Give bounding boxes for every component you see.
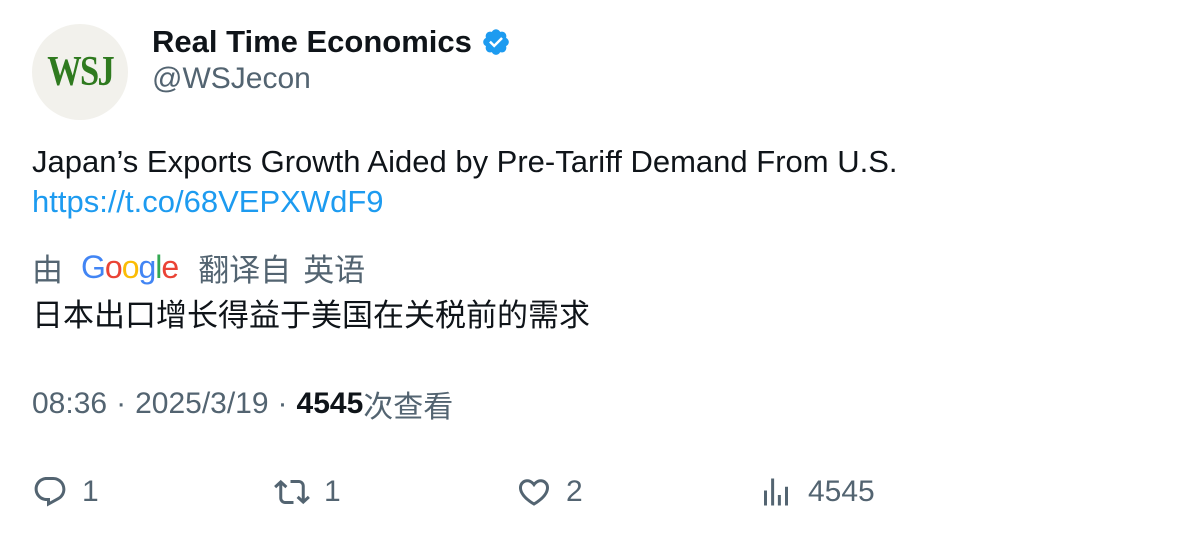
tweet-metadata: 08:36 · 2025/3/19 · 4545 次查看 [32, 384, 453, 424]
heart-icon [516, 474, 552, 510]
reply-button[interactable]: 1 [32, 472, 99, 512]
tweet-text: Japan’s Exports Growth Aided by Pre-Tari… [32, 144, 898, 179]
google-logo-letter: o [104, 248, 123, 285]
analytics-icon [758, 474, 794, 510]
views-label: 次查看 [363, 391, 454, 424]
reply-count: 1 [82, 475, 99, 508]
google-logo[interactable]: Google [81, 248, 179, 286]
reply-icon [32, 474, 68, 510]
author-name-row: Real Time Economics [152, 22, 511, 62]
tweet-date[interactable]: 2025/3/19 [135, 387, 268, 421]
translated-from-label: 翻译自 [198, 252, 292, 288]
google-logo-letter: G [81, 248, 106, 285]
retweet-icon [274, 474, 310, 510]
like-count: 2 [566, 475, 583, 508]
google-logo-letter: g [138, 248, 156, 285]
translated-tweet-text: 日本出口增长得益于美国在关税前的需求 [32, 298, 590, 333]
tweet-link[interactable]: https://t.co/68VEPXWdF9 [32, 182, 384, 222]
google-logo-letter: e [161, 248, 179, 285]
meta-separator: · [116, 387, 127, 420]
views-action-count: 4545 [808, 475, 875, 508]
avatar-logo-text: WSJ [47, 49, 115, 95]
like-button[interactable]: 2 [516, 472, 583, 512]
retweet-count: 1 [324, 475, 341, 508]
views-count: 4545 [296, 387, 364, 420]
translation-by-label: 由 [32, 252, 63, 288]
tweet-time[interactable]: 08:36 [32, 387, 107, 421]
avatar[interactable]: WSJ [32, 24, 128, 120]
google-logo-letter: o [121, 248, 140, 285]
author-display-name[interactable]: Real Time Economics [152, 24, 472, 60]
author-handle[interactable]: @WSJecon [152, 62, 311, 96]
translation-attribution: 由 Google 翻译自 英语 [32, 247, 366, 288]
source-language: 英语 [303, 252, 366, 288]
views-button[interactable]: 4545 [758, 472, 875, 512]
verified-badge-icon[interactable] [481, 27, 511, 57]
meta-separator: · [277, 387, 288, 420]
retweet-button[interactable]: 1 [274, 472, 341, 512]
